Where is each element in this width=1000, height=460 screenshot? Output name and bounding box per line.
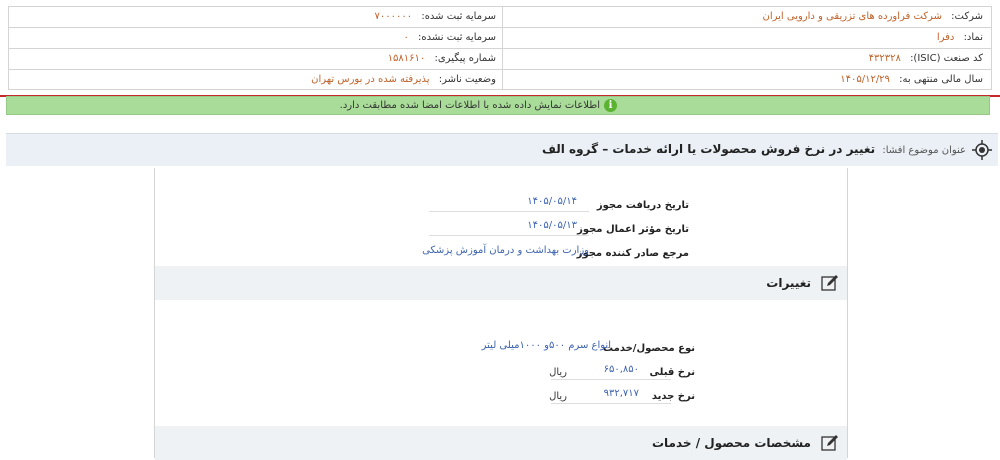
subject-title: تغییر در نرخ فروش محصولات یا ارائه خدمات… [541,142,876,156]
issuer-value: وزارت بهداشت و درمان آموزش پزشکی [422,245,589,256]
product-label: نوع محصول/خدمت [603,343,695,354]
info-row: نماد: دفرا سرمایه ثبت نشده: ۰ [9,28,991,49]
unregistered-capital-cell: سرمایه ثبت نشده: ۰ [9,28,503,48]
unregistered-capital-label: سرمایه ثبت نشده: [418,32,496,43]
effective-date-row: تاریخ مؤثر اعمال مجوز ۱۴۰۵/۰۵/۱۳ [429,220,689,238]
registered-capital-label: سرمایه ثبت شده: [421,11,496,22]
fiscal-label: سال مالی منتهی به: [899,74,983,85]
old-rate-value: ۶۵۰,۸۵۰ [603,364,639,375]
specs-title: مشخصات محصول / خدمات [651,436,811,450]
tracking-cell: شماره پیگیری: ۱۵۸۱۶۱۰ [9,49,503,69]
old-rate-row: نرخ قبلی ۶۵۰,۸۵۰ ریال [495,364,695,381]
status-value: پذیرفته شده در بورس تهران [311,74,430,85]
info-row: سال مالی منتهی به: ۱۴۰۵/۱۲/۲۹ وضعیت ناشر… [9,70,991,91]
verification-notice: i اطلاعات نمایش داده شده با اطلاعات امضا… [6,96,990,115]
fiscal-value: ۱۴۰۵/۱۲/۲۹ [840,74,890,85]
specs-section-header: مشخصات محصول / خدمات [155,426,847,460]
target-icon [972,140,992,160]
tracking-label: شماره پیگیری: [434,53,496,64]
effective-date-value: ۱۴۰۵/۰۵/۱۳ [527,220,577,231]
receive-date-row: تاریخ دریافت مجوز ۱۴۰۵/۰۵/۱۴ [429,196,689,214]
product-row: نوع محصول/خدمت انواع سرم ۵۰۰و ۱۰۰۰میلی ل… [355,340,695,357]
new-rate-value: ۹۳۲,۷۱۷ [603,388,639,399]
symbol-value[interactable]: دفرا [937,32,955,43]
product-value: انواع سرم ۵۰۰و ۱۰۰۰میلی لیتر [481,340,611,351]
changes-section-header: تغییرات [155,266,847,300]
company-label: شرکت: [951,11,983,22]
status-label: وضعیت ناشر: [438,74,496,85]
detail-panel: تاریخ دریافت مجوز ۱۴۰۵/۰۵/۱۴ تاریخ مؤثر … [154,168,848,460]
subject-label: عنوان موضوع افشا: [882,145,966,156]
info-icon: i [604,99,617,112]
issuer-label: مرجع صادر کننده مجوز [576,248,689,259]
registered-capital-cell: سرمایه ثبت شده: ۷۰۰۰۰۰۰ [9,7,503,27]
isic-cell: کد صنعت (ISIC): ۴۳۲۳۲۸ [501,49,991,69]
issuer-row: مرجع صادر کننده مجوز وزارت بهداشت و درما… [349,245,689,262]
subject-bar: عنوان موضوع افشا: تغییر در نرخ فروش محصو… [6,133,998,166]
company-value[interactable]: شرکت فراورده های تزریقی و دارویی ایران [762,11,941,22]
registered-capital-value: ۷۰۰۰۰۰۰ [374,11,413,22]
tracking-value: ۱۵۸۱۶۱۰ [387,53,426,64]
company-cell: شرکت: شرکت فراورده های تزریقی و دارویی ا… [501,7,991,27]
unregistered-capital-value: ۰ [403,32,409,43]
fiscal-cell: سال مالی منتهی به: ۱۴۰۵/۱۲/۲۹ [501,70,991,90]
receive-date-value: ۱۴۰۵/۰۵/۱۴ [527,196,577,207]
notice-text: اطلاعات نمایش داده شده با اطلاعات امضا ش… [339,100,600,111]
info-row: شرکت: شرکت فراورده های تزریقی و دارویی ا… [9,7,991,28]
symbol-label: نماد: [963,32,983,43]
isic-label: کد صنعت (ISIC): [910,53,983,64]
receive-date-label: تاریخ دریافت مجوز [596,200,689,211]
info-row: کد صنعت (ISIC): ۴۳۲۳۲۸ شماره پیگیری: ۱۵۸… [9,49,991,70]
symbol-cell: نماد: دفرا [501,28,991,48]
status-cell: وضعیت ناشر: پذیرفته شده در بورس تهران [9,70,503,90]
isic-value: ۴۳۲۳۲۸ [868,53,901,64]
effective-date-label: تاریخ مؤثر اعمال مجوز [577,224,689,235]
edit-icon [821,435,838,451]
changes-title: تغییرات [766,276,811,290]
new-rate-row: نرخ جدید ۹۳۲,۷۱۷ ریال [495,388,695,405]
edit-icon [821,275,838,291]
company-info-table: شرکت: شرکت فراورده های تزریقی و دارویی ا… [8,6,992,90]
